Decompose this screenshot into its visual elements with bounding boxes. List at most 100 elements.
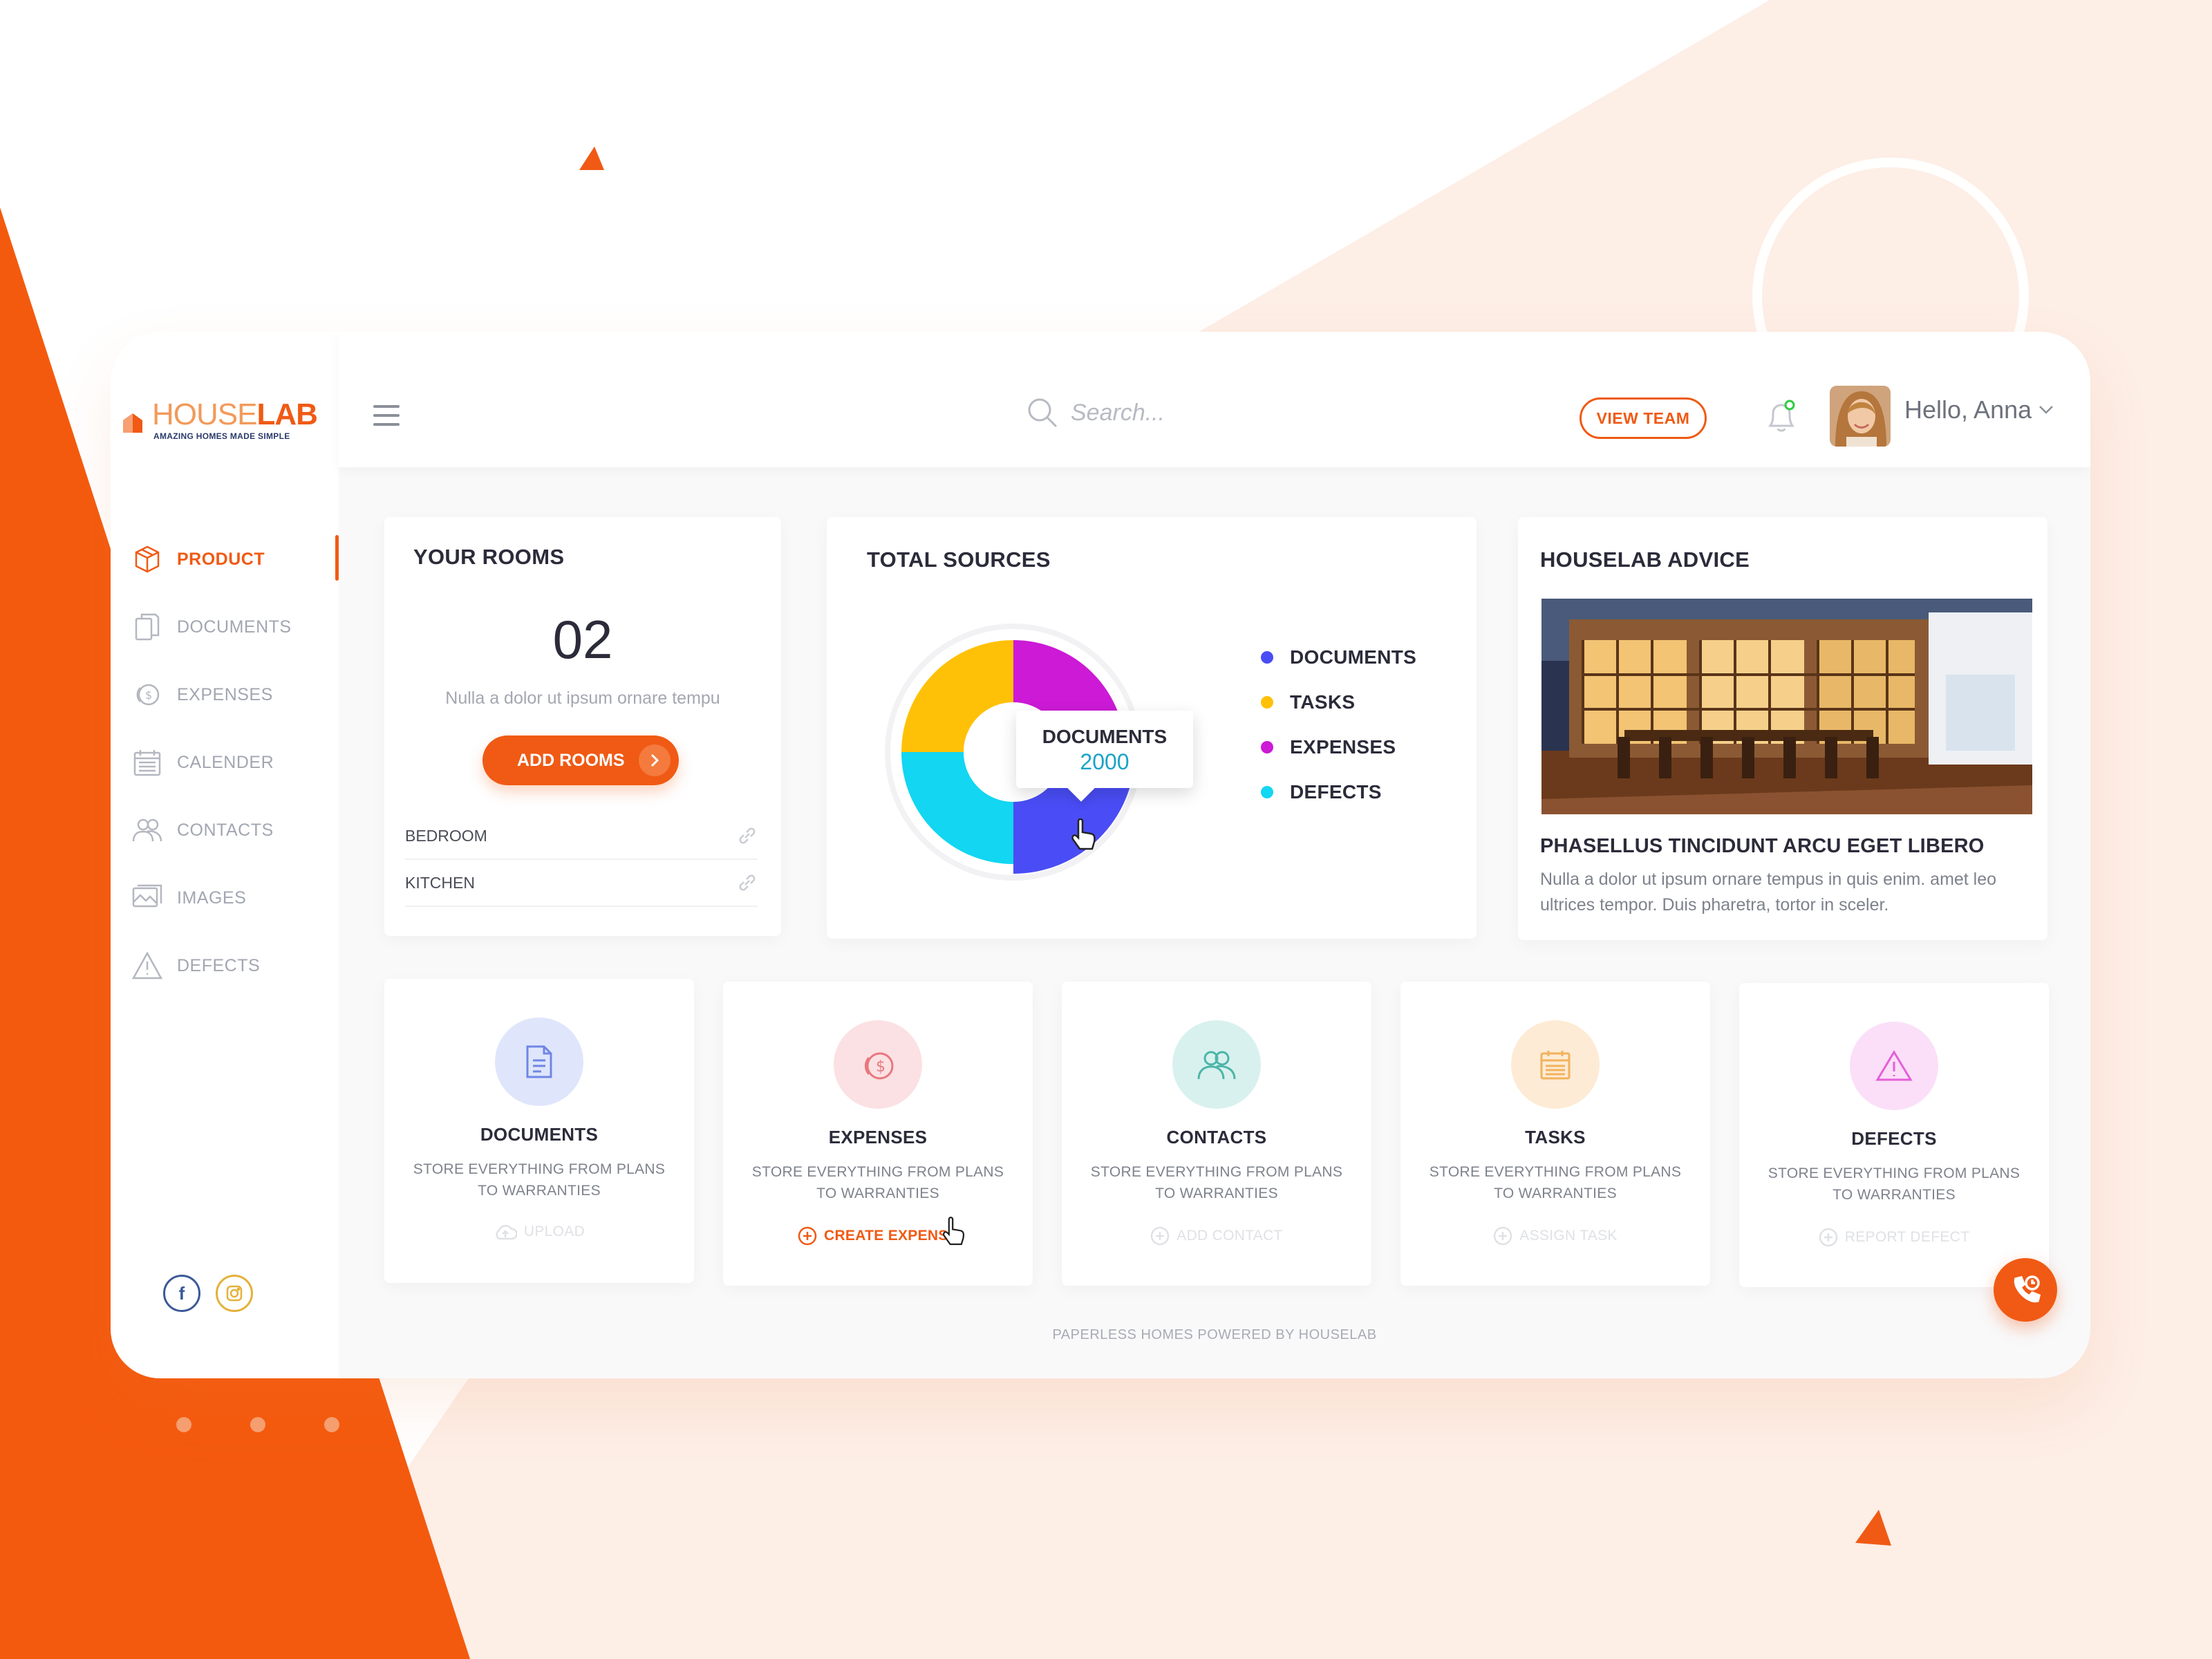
legend-item[interactable]: TASKS — [1261, 679, 1416, 724]
coins-icon: $ — [131, 679, 163, 711]
search-bar[interactable]: Search... — [1027, 397, 1165, 429]
logo-text: HOUSELAB — [152, 398, 318, 431]
chart-legend: DOCUMENTS TASKS EXPENSES DEFECTS — [1261, 635, 1416, 814]
decorative-triangle — [579, 147, 604, 170]
bell-icon[interactable] — [1765, 398, 1798, 435]
sidebar-item-label: DEFECTS — [177, 955, 261, 975]
instagram-icon[interactable] — [216, 1275, 253, 1312]
create-expense-button[interactable]: CREATE EXPENSE — [723, 1226, 1033, 1246]
feature-action-label: ADD CONTACT — [1177, 1228, 1283, 1244]
sidebar-item-label: CONTACTS — [177, 820, 274, 840]
decorative-dots — [176, 1417, 339, 1432]
calendar-icon — [1540, 1051, 1571, 1080]
warning-icon — [131, 950, 163, 982]
view-team-button[interactable]: VIEW TEAM — [1580, 397, 1707, 439]
legend-item[interactable]: DEFECTS — [1261, 769, 1416, 814]
add-contact-button[interactable]: ADD CONTACT — [1062, 1226, 1371, 1246]
feature-action-label: ASSIGN TASK — [1519, 1228, 1618, 1244]
feature-title: CONTACTS — [1166, 1127, 1267, 1147]
report-defect-button[interactable]: REPORT DEFECT — [1739, 1228, 2049, 1247]
add-rooms-button[interactable]: ADD ROOMS — [482, 735, 679, 785]
sidebar-item-product[interactable]: PRODUCT — [111, 525, 339, 593]
feature-card-defects[interactable]: DEFECTS STORE EVERYTHING FROM PLANS TO W… — [1739, 983, 2049, 1287]
document-icon — [526, 1045, 552, 1078]
link-icon[interactable] — [737, 872, 758, 893]
hand-cursor-icon — [1071, 818, 1096, 850]
legend-dot — [1261, 785, 1273, 798]
rooms-panel: YOUR ROOMS 02 Nulla a dolor ut ipsum orn… — [384, 517, 781, 936]
advice-title: HOUSELAB ADVICE — [1540, 547, 1750, 572]
top-header: Search... VIEW TEAM Hello, Anna — [339, 332, 2090, 467]
avatar[interactable] — [1830, 386, 1891, 447]
room-name: BEDROOM — [405, 826, 487, 845]
user-menu[interactable]: Hello, Anna — [1904, 395, 2054, 424]
feature-description: STORE EVERYTHING FROM PLANS TO WARRANTIE… — [751, 1164, 1004, 1201]
tooltip-value: 2000 — [1080, 749, 1130, 774]
sources-title: TOTAL SOURCES — [867, 547, 1051, 572]
call-button[interactable] — [1994, 1258, 2057, 1322]
rooms-subtitle: Nulla a dolor ut ipsum ornare tempu — [445, 688, 720, 708]
contacts-icon — [1197, 1051, 1236, 1080]
sidebar-item-label: PRODUCT — [177, 549, 265, 569]
assign-task-button[interactable]: ASSIGN TASK — [1400, 1226, 1710, 1246]
contacts-icon — [131, 814, 163, 846]
feature-title: DEFECTS — [1851, 1128, 1937, 1149]
sidebar-item-images[interactable]: IMAGES — [111, 864, 339, 932]
search-icon — [1028, 398, 1058, 428]
plus-circle-icon — [1151, 1226, 1170, 1246]
legend-dot — [1261, 740, 1273, 753]
hand-cursor-icon — [943, 1217, 965, 1246]
add-rooms-label: ADD ROOMS — [517, 750, 625, 770]
logo[interactable]: HOUSELAB AMAZING HOMES MADE SIMPLE — [120, 398, 328, 447]
sidebar-nav: PRODUCT DOCUMENTS $ EXPENSES CALENDER CO… — [111, 525, 339, 1000]
sidebar-item-label: IMAGES — [177, 888, 247, 908]
legend-item[interactable]: DOCUMENTS — [1261, 635, 1416, 679]
rooms-count: 02 — [552, 609, 613, 670]
documents-icon — [131, 611, 163, 643]
legend-item[interactable]: EXPENSES — [1261, 724, 1416, 769]
upload-button[interactable]: UPLOAD — [384, 1224, 694, 1240]
sidebar-item-calender[interactable]: CALENDER — [111, 729, 339, 796]
facebook-icon[interactable]: f — [163, 1275, 200, 1312]
room-row[interactable]: BEDROOM — [405, 813, 758, 860]
plus-circle-icon — [798, 1226, 817, 1246]
sidebar-item-label: CALENDER — [177, 752, 274, 772]
legend-label: TASKS — [1290, 691, 1356, 713]
social-links: f — [163, 1275, 253, 1312]
coins-icon: $ — [864, 1052, 894, 1080]
feature-card-tasks[interactable]: TASKS STORE EVERYTHING FROM PLANS TO WAR… — [1400, 982, 1710, 1286]
feature-icon-circle — [1172, 1020, 1261, 1109]
feature-icon-circle — [495, 1018, 583, 1106]
room-row[interactable]: KITCHEN — [405, 860, 758, 907]
menu-icon[interactable] — [373, 405, 400, 426]
sidebar-item-defects[interactable]: DEFECTS — [111, 932, 339, 1000]
feature-icon-circle: $ — [834, 1020, 922, 1109]
feature-action-label: REPORT DEFECT — [1844, 1229, 1970, 1245]
calendar-icon — [131, 747, 163, 778]
house-photo[interactable] — [1541, 599, 2032, 814]
decorative-triangle — [1855, 1510, 1891, 1546]
app-window: HOUSELAB AMAZING HOMES MADE SIMPLE PRODU… — [111, 332, 2090, 1378]
feature-description: STORE EVERYTHING FROM PLANS TO WARRANTIE… — [1090, 1164, 1343, 1201]
legend-label: DEFECTS — [1290, 780, 1382, 803]
feature-card-expenses[interactable]: $ EXPENSES STORE EVERYTHING FROM PLANS T… — [723, 982, 1033, 1286]
search-input[interactable]: Search... — [1071, 400, 1165, 427]
cloud-upload-icon — [496, 1224, 517, 1240]
feature-card-contacts[interactable]: CONTACTS STORE EVERYTHING FROM PLANS TO … — [1062, 982, 1371, 1286]
greeting-text: Hello, Anna — [1904, 395, 2032, 424]
feature-action-label: CREATE EXPENSE — [823, 1228, 959, 1244]
sidebar-item-documents[interactable]: DOCUMENTS — [111, 593, 339, 661]
chevron-down-icon — [2039, 406, 2054, 414]
room-name: KITCHEN — [405, 873, 475, 892]
link-icon[interactable] — [737, 825, 758, 846]
feature-description: STORE EVERYTHING FROM PLANS TO WARRANTIE… — [1768, 1165, 2021, 1203]
sidebar-item-expenses[interactable]: $ EXPENSES — [111, 661, 339, 729]
feature-icon-circle — [1511, 1020, 1600, 1109]
sidebar-item-contacts[interactable]: CONTACTS — [111, 796, 339, 864]
advice-heading: PHASELLUS TINCIDUNT ARCU EGET LIBERO — [1540, 835, 1985, 857]
tooltip-label: DOCUMENTS — [1042, 726, 1168, 747]
sidebar: HOUSELAB AMAZING HOMES MADE SIMPLE PRODU… — [111, 332, 339, 1378]
images-icon — [131, 882, 163, 914]
footer-text: PAPERLESS HOMES POWERED BY HOUSELAB — [1052, 1327, 1377, 1342]
feature-card-documents[interactable]: DOCUMENTS STORE EVERYTHING FROM PLANS TO… — [384, 979, 694, 1283]
